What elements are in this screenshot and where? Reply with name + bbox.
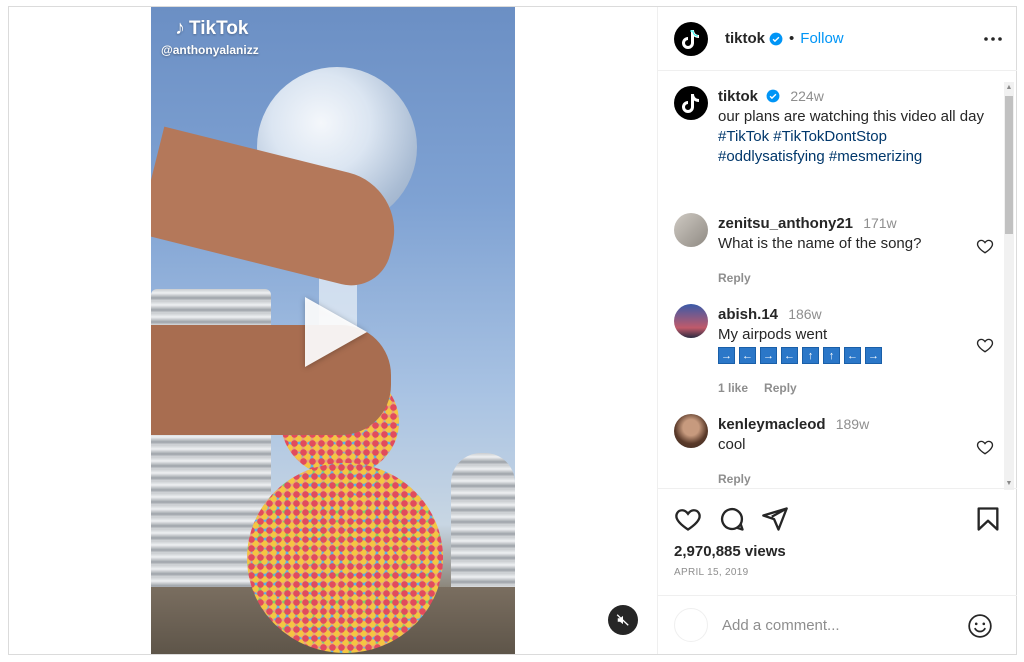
comment-body: abish.14 186w My airpods went → ← → ← ↑ …	[718, 304, 963, 398]
comment-body: kenleymacleod 189w cool Reply	[718, 414, 963, 487]
tiktok-watermark: ♪ TikTok	[175, 17, 248, 40]
hashtag-link[interactable]: #mesmerizing	[829, 148, 922, 165]
comment-username[interactable]: zenitsu_anthony21	[718, 215, 853, 232]
hashtag-link[interactable]: #oddlysatisfying	[718, 148, 825, 165]
arrow-emoji-row: → ← → ← ↑ ↑ ← →	[718, 347, 963, 364]
caption-time: 224w	[790, 88, 824, 104]
more-options-icon[interactable]	[983, 29, 1003, 49]
post-modal: ♪ TikTok @anthonyalanizz tiktok • Follow…	[8, 6, 1017, 655]
comment-meta: 1 like Reply	[718, 378, 963, 398]
bookmark-icon[interactable]	[974, 505, 1002, 533]
play-icon[interactable]	[305, 297, 367, 367]
caption-text: our plans are watching this video all da…	[718, 108, 984, 125]
comments-list[interactable]: tiktok 224w our plans are watching this …	[658, 72, 1017, 487]
header-separator: •	[789, 30, 795, 47]
header-username[interactable]: tiktok	[725, 30, 765, 47]
arrow-up-emoji: ↑	[802, 347, 819, 364]
arrow-left-emoji: ←	[781, 347, 798, 364]
avatar[interactable]	[674, 304, 708, 338]
scroll-up-icon[interactable]: ▲	[1005, 84, 1013, 92]
caption-text-block: tiktok 224w our plans are watching this …	[718, 86, 994, 167]
arrow-right-emoji: →	[865, 347, 882, 364]
view-count: 2,970,885 views	[674, 543, 786, 560]
speaker-muted-icon	[616, 614, 629, 626]
like-comment-heart-icon[interactable]	[976, 438, 994, 456]
share-send-icon[interactable]	[761, 505, 789, 533]
video-beads-large	[247, 463, 443, 653]
comment-text: My airpods went	[718, 326, 828, 343]
avatar[interactable]	[674, 213, 708, 247]
tiktok-watermark-brand: TikTok	[189, 17, 249, 39]
media-area: ♪ TikTok @anthonyalanizz	[9, 7, 657, 654]
avatar[interactable]	[674, 21, 708, 56]
caption-avatar[interactable]	[674, 86, 708, 120]
scrollbar-thumb[interactable]	[1005, 96, 1013, 234]
like-heart-icon[interactable]	[674, 505, 702, 533]
comment-time: 189w	[835, 416, 870, 432]
comment-text: What is the name of the song?	[718, 235, 922, 252]
tiktok-watermark-handle: @anthonyalanizz	[161, 43, 259, 57]
scroll-down-icon[interactable]: ▼	[1005, 480, 1013, 488]
post-side-panel: tiktok • Follow tiktok 224w our plans ar…	[657, 7, 1017, 654]
tiktok-note-icon: ♪	[175, 17, 185, 39]
like-comment-heart-icon[interactable]	[976, 237, 994, 255]
comment-item: kenleymacleod 189w cool Reply	[674, 414, 994, 487]
mute-button[interactable]	[608, 605, 638, 635]
video-tower-right	[451, 453, 515, 603]
avatar[interactable]	[674, 414, 708, 448]
current-user-avatar	[674, 608, 708, 642]
post-actions: 2,970,885 views APRIL 15, 2019	[658, 488, 1017, 594]
add-comment-input[interactable]	[722, 616, 952, 634]
emoji-smiley-icon[interactable]	[967, 613, 993, 639]
comment-meta: Reply	[718, 268, 963, 288]
hashtag-link[interactable]: #TikTok	[718, 128, 769, 145]
comment-meta: Reply	[718, 469, 963, 487]
tiktok-logo-icon	[682, 94, 699, 113]
comment-time: 186w	[788, 306, 822, 322]
hashtag-link[interactable]: #TikTokDontStop	[773, 128, 887, 145]
post-caption: tiktok 224w our plans are watching this …	[674, 86, 994, 167]
add-comment-bar	[658, 595, 1017, 654]
arrow-right-emoji: →	[760, 347, 777, 364]
tiktok-logo-icon	[682, 29, 699, 49]
comment-bubble-icon[interactable]	[718, 505, 746, 533]
comment-like-count[interactable]: 1 like	[718, 378, 748, 398]
comment-username[interactable]: kenleymacleod	[718, 416, 826, 433]
comment-time: 171w	[863, 215, 897, 231]
reply-button[interactable]: Reply	[764, 378, 797, 398]
comments-scrollbar[interactable]: ▲ ▼	[1004, 82, 1014, 490]
comment-item: abish.14 186w My airpods went → ← → ← ↑ …	[674, 304, 994, 398]
comment-body: zenitsu_anthony21 171w What is the name …	[718, 213, 963, 288]
arrow-left-emoji: ←	[739, 347, 756, 364]
comment-username[interactable]: abish.14	[718, 306, 778, 323]
verified-badge-icon	[766, 89, 780, 103]
post-header: tiktok • Follow	[658, 7, 1017, 71]
verified-badge-icon	[769, 32, 783, 45]
reply-button[interactable]: Reply	[718, 469, 751, 487]
reply-button[interactable]: Reply	[718, 268, 751, 288]
caption-username[interactable]: tiktok	[718, 88, 758, 105]
arrow-up-emoji: ↑	[823, 347, 840, 364]
comment-text: cool	[718, 436, 746, 453]
post-date: APRIL 15, 2019	[674, 567, 749, 578]
follow-button[interactable]: Follow	[800, 30, 843, 47]
like-comment-heart-icon[interactable]	[976, 336, 994, 354]
comment-item: zenitsu_anthony21 171w What is the name …	[674, 213, 994, 288]
arrow-left-emoji: ←	[844, 347, 861, 364]
arrow-right-emoji: →	[718, 347, 735, 364]
